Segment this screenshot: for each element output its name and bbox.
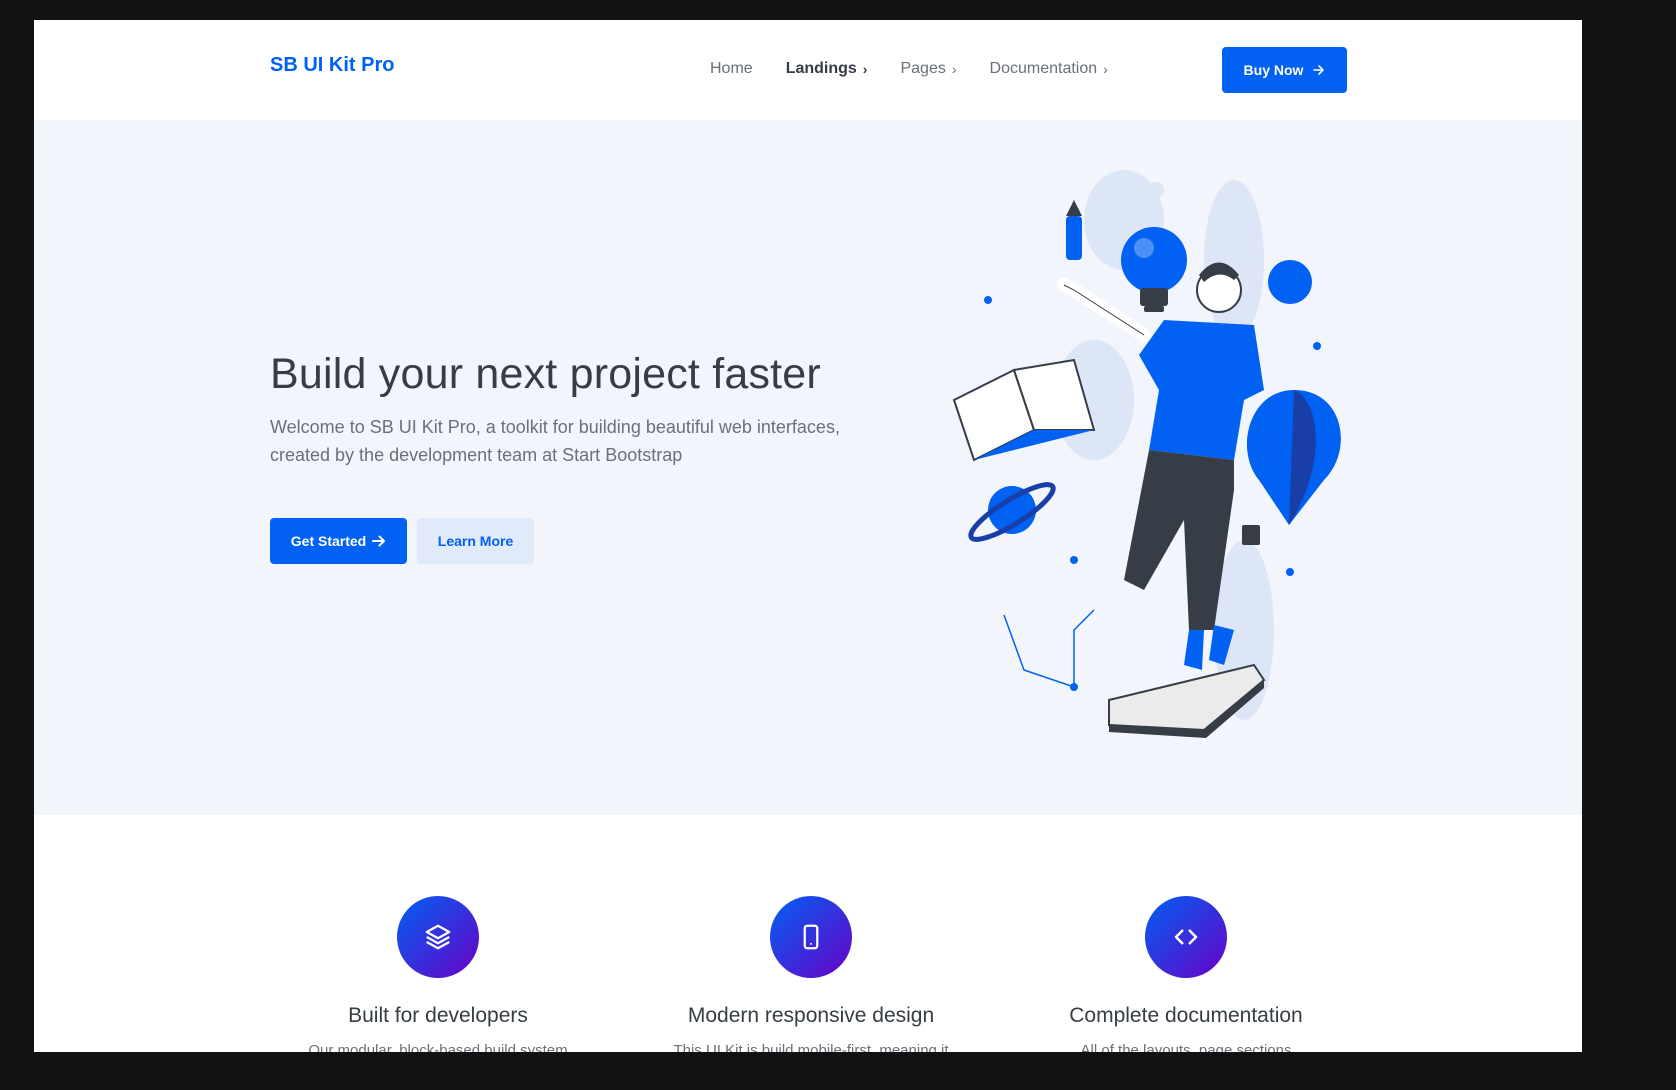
buy-now-button[interactable]: Buy Now: [1222, 47, 1347, 93]
balloon-icon: [1242, 390, 1341, 545]
feature-title: Built for developers: [348, 1004, 528, 1027]
pencil-icon: [1066, 200, 1082, 260]
nav-link-label: Documentation: [989, 60, 1098, 77]
feature-card-developers: Built for developers Our modular, block-…: [248, 896, 628, 1052]
feature-card-responsive: Modern responsive design This UI Kit is …: [621, 896, 1001, 1052]
feature-card-documentation: Complete documentation All of the layout…: [996, 896, 1376, 1052]
nav-link-home[interactable]: Home: [710, 60, 753, 78]
arrow-right-icon: [372, 535, 386, 547]
learn-more-button[interactable]: Learn More: [417, 518, 534, 564]
planet-icon: [968, 482, 1056, 542]
hero-lead: Welcome to SB UI Kit Pro, a toolkit for …: [270, 417, 840, 465]
feature-text: Our modular, block-based build system: [308, 1042, 568, 1052]
hero-illustration: [952, 170, 1341, 738]
nav-links: Home Landings › Pages › Documentation ›: [710, 60, 1141, 78]
learn-more-label: Learn More: [437, 533, 514, 549]
light-bulb-icon: [1121, 227, 1187, 312]
buy-now-label: Buy Now: [1243, 62, 1304, 78]
hero-title: Build your next project faster: [270, 350, 821, 398]
nav-link-landings[interactable]: Landings ›: [786, 60, 868, 78]
nav-link-label: Landings: [785, 60, 857, 77]
page-frame: SB UI Kit Pro Home Landings › Pages › Do…: [34, 20, 1582, 1052]
feature-text: All of the layouts, page sections: [1080, 1042, 1292, 1052]
chevron-right-icon: ›: [862, 61, 868, 77]
nav-link-documentation[interactable]: Documentation ›: [990, 60, 1108, 78]
nav-link-label: Pages: [900, 60, 946, 77]
ball-icon: [1268, 260, 1312, 304]
chevron-right-icon: ›: [1103, 61, 1108, 77]
get-started-button[interactable]: Get Started: [270, 518, 407, 564]
brand-logo[interactable]: SB UI Kit Pro: [270, 54, 394, 77]
layers-icon: [425, 924, 451, 950]
notebook-icon: [1108, 663, 1266, 738]
navbar: SB UI Kit Pro Home Landings › Pages › Do…: [34, 20, 1582, 120]
get-started-label: Get Started: [290, 533, 367, 549]
chevron-right-icon: ›: [951, 61, 957, 77]
feature-icon-circle: [770, 896, 852, 978]
feature-title: Complete documentation: [1069, 1004, 1303, 1027]
feature-icon-circle: [1145, 896, 1227, 978]
feature-text: This UI Kit is build mobile-first, meani…: [673, 1042, 949, 1052]
arrow-right-icon: [1313, 65, 1325, 75]
feature-icon-circle: [397, 896, 479, 978]
feature-title: Modern responsive design: [687, 1004, 935, 1027]
nav-link-pages[interactable]: Pages ›: [900, 60, 956, 78]
nav-link-label: Home: [710, 60, 753, 77]
smartphone-icon: [803, 924, 819, 950]
code-icon: [1174, 929, 1198, 945]
